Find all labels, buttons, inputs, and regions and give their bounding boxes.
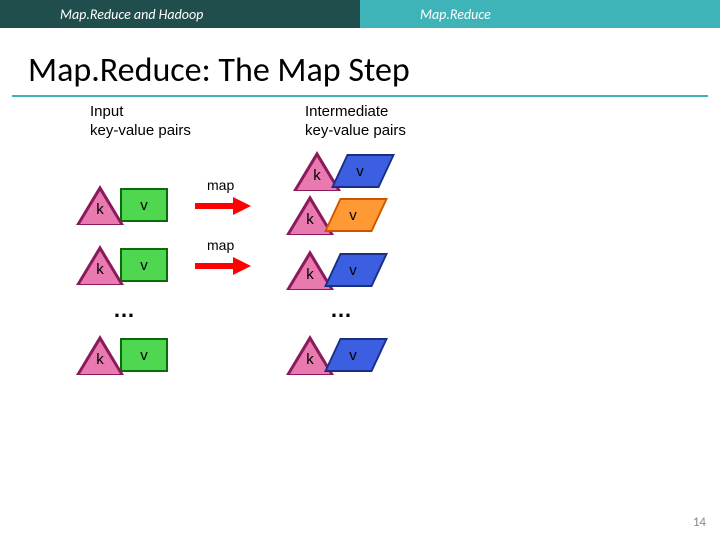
intermediate-label: Intermediate key-value pairs bbox=[305, 103, 406, 141]
value-rect: v bbox=[120, 338, 168, 372]
input-pair-3: k v bbox=[78, 337, 168, 373]
key-triangle: k bbox=[78, 337, 122, 373]
key-triangle: k bbox=[78, 247, 122, 283]
value-parallelogram: v bbox=[326, 253, 380, 287]
key-label: k bbox=[78, 201, 122, 218]
input-pair-1: k v bbox=[78, 187, 168, 223]
value-rect: v bbox=[120, 248, 168, 282]
page-number: 14 bbox=[693, 515, 706, 530]
header-bar: Map.Reduce and Hadoop Map.Reduce bbox=[0, 0, 720, 28]
value-label: v bbox=[333, 154, 387, 188]
input-pair-2: k v bbox=[78, 247, 168, 283]
header-right: Map.Reduce bbox=[360, 0, 720, 28]
map-arrow-2 bbox=[195, 259, 251, 273]
intermediate-pair-1b: k v bbox=[288, 197, 380, 233]
input-ellipsis: … bbox=[113, 297, 135, 323]
map-label-2: map bbox=[207, 237, 234, 253]
intermediate-pair-3: k v bbox=[288, 337, 380, 373]
key-label: k bbox=[78, 261, 122, 278]
intermediate-ellipsis: … bbox=[330, 297, 352, 323]
value-parallelogram: v bbox=[326, 198, 380, 232]
intermediate-pair-1a: k v bbox=[295, 153, 387, 189]
key-label: k bbox=[78, 351, 122, 368]
map-arrow-1 bbox=[195, 199, 251, 213]
key-triangle: k bbox=[78, 187, 122, 223]
value-label: v bbox=[326, 253, 380, 287]
value-parallelogram: v bbox=[326, 338, 380, 372]
value-rect: v bbox=[120, 188, 168, 222]
diagram-area: Input key-value pairs Intermediate key-v… bbox=[0, 97, 720, 497]
map-label-1: map bbox=[207, 177, 234, 193]
value-parallelogram: v bbox=[333, 154, 387, 188]
input-label: Input key-value pairs bbox=[90, 103, 191, 141]
header-left: Map.Reduce and Hadoop bbox=[0, 0, 360, 28]
value-label: v bbox=[326, 198, 380, 232]
value-label: v bbox=[326, 338, 380, 372]
intermediate-pair-2: k v bbox=[288, 252, 380, 288]
slide-title: Map.Reduce: The Map Step bbox=[28, 50, 720, 91]
